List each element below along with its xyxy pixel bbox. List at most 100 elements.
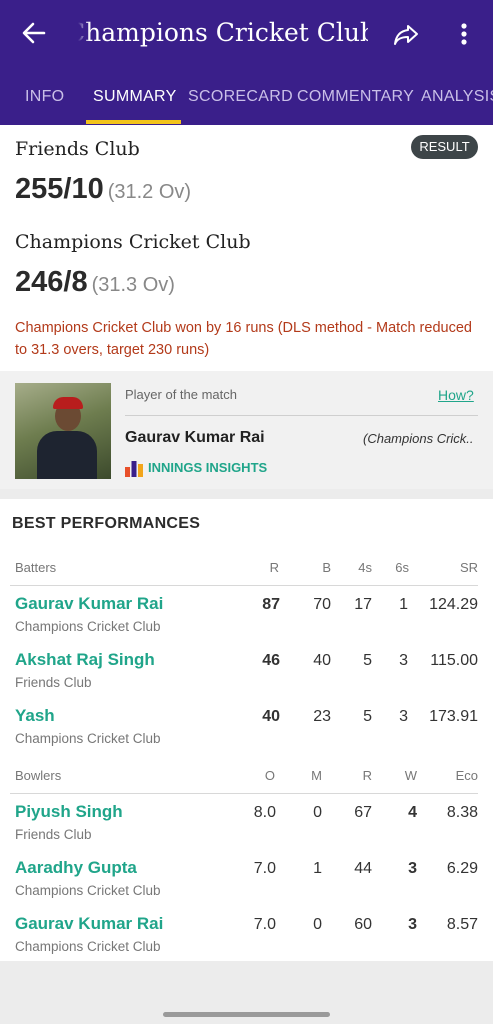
- match-summary-card: Friends Club RESULT 255/10 (31.2 Ov) Cham…: [0, 125, 493, 371]
- stat-maidens: 0: [313, 916, 322, 933]
- share-icon[interactable]: [392, 20, 420, 48]
- bowler-team: Champions Cricket Club: [15, 883, 161, 898]
- stat-balls: 70: [313, 596, 331, 613]
- stat-wickets: 4: [408, 804, 417, 821]
- home-indicator[interactable]: [163, 1012, 330, 1017]
- page-title: Champions Cricket Club: [78, 18, 368, 47]
- stat-runs: 87: [262, 596, 280, 613]
- team-name: Friends Club: [15, 138, 140, 160]
- tab-bar: INFO SUMMARY SCORECARD COMMENTARY ANALYS…: [0, 82, 493, 125]
- more-options-icon[interactable]: [452, 20, 476, 48]
- tab-summary[interactable]: SUMMARY: [93, 88, 177, 106]
- section-title: BEST PERFORMANCES: [12, 515, 201, 532]
- col-wickets: W: [404, 768, 417, 783]
- app-bar: Champions Cricket Club INFO SUMMARY SCOR…: [0, 0, 493, 125]
- bowler-team: Friends Club: [15, 827, 92, 842]
- tab-scorecard[interactable]: SCORECARD: [188, 88, 293, 106]
- stat-economy: 6.29: [446, 860, 478, 877]
- stat-wickets: 3: [408, 916, 417, 933]
- batter-row[interactable]: Yash Champions Cricket Club 40 23 5 3 17…: [0, 700, 493, 756]
- innings-insights-label: INNINGS INSIGHTS: [148, 460, 268, 475]
- bowler-row[interactable]: Aaradhy Gupta Champions Cricket Club 7.0…: [0, 852, 493, 908]
- header-divider: [10, 793, 478, 794]
- stat-balls: 23: [313, 708, 331, 725]
- col-runs: R: [362, 768, 372, 783]
- stat-overs: 7.0: [253, 860, 276, 877]
- title-fade: [78, 18, 90, 47]
- col-fours: 4s: [358, 560, 372, 575]
- bowler-name[interactable]: Gaurav Kumar Rai: [15, 914, 163, 934]
- bowler-name[interactable]: Aaradhy Gupta: [15, 858, 137, 878]
- stat-fours: 17: [354, 596, 372, 613]
- player-photo-body: [37, 431, 97, 479]
- col-sixes: 6s: [395, 560, 409, 575]
- active-tab-indicator: [86, 120, 181, 124]
- header-divider: [10, 585, 478, 586]
- player-photo[interactable]: [15, 383, 111, 479]
- batter-row[interactable]: Akshat Raj Singh Friends Club 46 40 5 3 …: [0, 644, 493, 700]
- tab-info[interactable]: INFO: [25, 88, 64, 106]
- team-name: Champions Cricket Club: [15, 231, 251, 253]
- divider: [125, 415, 478, 416]
- tab-commentary[interactable]: COMMENTARY: [297, 88, 414, 106]
- batters-header: Batters R B 4s 6s SR: [0, 550, 493, 586]
- col-balls: B: [322, 560, 331, 575]
- stat-runs: 44: [354, 860, 372, 877]
- col-runs: R: [269, 560, 279, 575]
- stat-wickets: 3: [408, 860, 417, 877]
- stat-maidens: 0: [313, 804, 322, 821]
- stat-overs: 8.0: [253, 804, 276, 821]
- player-of-match-label: Player of the match: [125, 387, 237, 402]
- stat-runs: 67: [354, 804, 372, 821]
- col-maidens: M: [311, 768, 322, 783]
- stat-strike-rate: 124.29: [429, 596, 478, 613]
- bar-chart-icon: [125, 461, 143, 477]
- batter-name[interactable]: Akshat Raj Singh: [15, 650, 155, 670]
- bowler-row[interactable]: Gaurav Kumar Rai Champions Cricket Club …: [0, 908, 493, 964]
- batter-team: Friends Club: [15, 675, 92, 690]
- stat-overs: 7.0: [253, 916, 276, 933]
- stat-economy: 8.57: [446, 916, 478, 933]
- best-performances-section: BEST PERFORMANCES Batters R B 4s 6s SR G…: [0, 499, 493, 961]
- stat-sixes: 3: [399, 652, 408, 669]
- stat-strike-rate: 115.00: [430, 652, 478, 669]
- player-photo-cap: [53, 397, 83, 409]
- stat-runs: 60: [354, 916, 372, 933]
- stat-runs: 46: [262, 652, 280, 669]
- col-overs: O: [264, 768, 275, 783]
- batter-team: Champions Cricket Club: [15, 731, 161, 746]
- col-strike-rate: SR: [459, 560, 478, 575]
- overs-count: (31.3 Ov): [91, 274, 175, 296]
- col-economy: Eco: [455, 768, 478, 783]
- bowlers-header: Bowlers O M R W Eco: [0, 758, 493, 794]
- stat-sixes: 3: [399, 708, 408, 725]
- bowler-team: Champions Cricket Club: [15, 939, 161, 954]
- overs-count: (31.2 Ov): [107, 181, 192, 203]
- back-arrow-icon[interactable]: [20, 19, 48, 47]
- bowler-name[interactable]: Piyush Singh: [15, 802, 123, 822]
- match-result-text: Champions Cricket Club won by 16 runs (D…: [15, 320, 472, 358]
- batter-name[interactable]: Yash: [15, 706, 55, 726]
- bowler-row[interactable]: Piyush Singh Friends Club 8.0 0 67 4 8.3…: [0, 796, 493, 852]
- stat-balls: 40: [313, 652, 331, 669]
- stat-runs: 40: [262, 708, 280, 725]
- tab-analysis[interactable]: ANALYSIS: [421, 88, 493, 106]
- team-score: 255/10 (31.2 Ov): [15, 173, 192, 205]
- stat-fours: 5: [363, 708, 372, 725]
- stat-sixes: 1: [399, 596, 408, 613]
- stat-maidens: 1: [313, 860, 322, 877]
- stat-strike-rate: 173.91: [429, 708, 478, 725]
- player-name[interactable]: Gaurav Kumar Rai: [125, 429, 265, 447]
- stat-fours: 5: [363, 652, 372, 669]
- batter-name[interactable]: Gaurav Kumar Rai: [15, 594, 163, 614]
- batter-team: Champions Cricket Club: [15, 619, 161, 634]
- batter-row[interactable]: Gaurav Kumar Rai Champions Cricket Club …: [0, 588, 493, 644]
- player-of-match-card[interactable]: Player of the match How? Gaurav Kumar Ra…: [0, 371, 493, 489]
- bowlers-header-label: Bowlers: [15, 768, 62, 783]
- result-badge: RESULT: [411, 135, 478, 159]
- how-link[interactable]: How?: [438, 387, 474, 403]
- team-score: 246/8 (31.3 Ov): [15, 266, 175, 298]
- stat-economy: 8.38: [446, 804, 478, 821]
- player-team: (Champions Crick..: [363, 431, 474, 446]
- batters-header-label: Batters: [15, 560, 57, 575]
